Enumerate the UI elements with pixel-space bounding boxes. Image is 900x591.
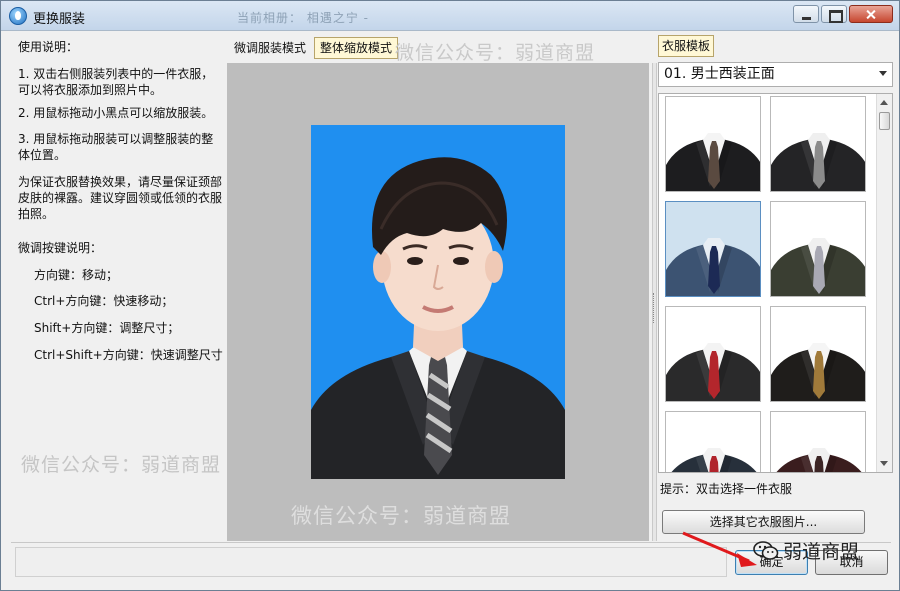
close-icon[interactable]	[849, 5, 893, 23]
tab-clothes-templates[interactable]: 衣服模板	[658, 35, 714, 57]
change-clothes-window: 更换服装 当前相册： 相遇之宁 - 使用说明： 1. 双击右侧服装列表中的一件衣…	[0, 0, 900, 591]
keys-heading: 微调按键说明：	[18, 241, 103, 255]
watermark-corner-text: 弱道商盟	[783, 541, 860, 563]
suit-template-olive-suit-silver-tie[interactable]	[770, 201, 866, 297]
instructions-heading: 使用说明：	[18, 40, 79, 54]
app-logo-icon	[9, 7, 27, 25]
title-bar[interactable]: 更换服装 当前相册： 相遇之宁 -	[1, 1, 899, 31]
tab-fine-tune-mode[interactable]: 微调服装模式	[228, 37, 312, 59]
key-hint-ctrl-shift-arrow: Ctrl+Shift+方向键：快速调整尺寸	[34, 348, 223, 362]
chevron-down-icon[interactable]	[879, 71, 887, 76]
template-category-select[interactable]: 01. 男士西装正面	[658, 62, 893, 87]
scroll-down-icon[interactable]	[880, 461, 888, 466]
minimize-icon[interactable]	[793, 5, 819, 23]
portrait-illustration	[311, 125, 565, 479]
instruction-step-3: 3. 用鼠标拖动服装可以调整服装的整体位置。	[18, 132, 214, 162]
splitter-grip[interactable]	[653, 293, 656, 323]
maximize-icon[interactable]	[821, 5, 847, 23]
scrollbar-thumb[interactable]	[879, 112, 890, 130]
watermark-top: 微信公众号：弱道商盟	[395, 42, 596, 64]
key-hint-ctrl-arrow: Ctrl+方向键：快速移动；	[34, 294, 174, 308]
key-hint-shift-arrow: Shift+方向键：调整尺寸；	[34, 321, 180, 335]
suit-template-black-suit-striped-tie[interactable]	[665, 96, 761, 192]
tab-whole-scale-mode[interactable]: 整体缩放模式	[314, 37, 399, 59]
red-arrow-annotation	[682, 531, 757, 567]
template-list[interactable]	[658, 93, 893, 473]
panel-splitter[interactable]	[652, 63, 657, 541]
watermark-left: 微信公众号：弱道商盟	[21, 454, 222, 476]
suit-template-black-suit-gold-tie[interactable]	[770, 306, 866, 402]
template-list-scrollbar[interactable]	[876, 94, 892, 472]
instruction-note: 为保证衣服替换效果，请尽量保证颈部皮肤的裸露。建议穿圆领或低领的衣服拍照。	[18, 175, 223, 221]
suit-template-navy-suit-red-tie[interactable]	[665, 411, 761, 472]
status-field	[15, 547, 727, 577]
suit-template-maroon-suit-dark-tie[interactable]	[770, 411, 866, 472]
watermark-bottom: 微信公众号：弱道商盟	[291, 504, 511, 528]
watermark-corner: 弱道商盟	[753, 537, 859, 564]
key-hint-arrow: 方向键：移动；	[34, 268, 119, 282]
instruction-step-1: 1. 双击右侧服装列表中的一件衣服，可以将衣服添加到照片中。	[18, 67, 214, 97]
scroll-up-icon[interactable]	[880, 100, 888, 105]
suit-template-blue-tweed-suit-navy-tie[interactable]	[665, 201, 761, 297]
instruction-step-2: 2. 用鼠标拖动小黑点可以缩放服装。	[18, 106, 214, 120]
window-title: 更换服装	[33, 12, 86, 27]
photo-canvas[interactable]	[227, 63, 649, 541]
window-controls	[793, 5, 893, 23]
suit-template-black-suit-red-tie[interactable]	[665, 306, 761, 402]
mode-tabs: 微调服装模式 整体缩放模式	[228, 37, 399, 61]
background-window-title: 当前相册： 相遇之宁 -	[237, 11, 369, 25]
template-category-value: 01. 男士西装正面	[664, 66, 775, 82]
suit-template-black-suit-grey-tie[interactable]	[770, 96, 866, 192]
portrait-photo[interactable]	[311, 125, 565, 479]
wechat-icon	[753, 540, 779, 560]
template-hint: 提示：双击选择一件衣服	[660, 482, 793, 496]
